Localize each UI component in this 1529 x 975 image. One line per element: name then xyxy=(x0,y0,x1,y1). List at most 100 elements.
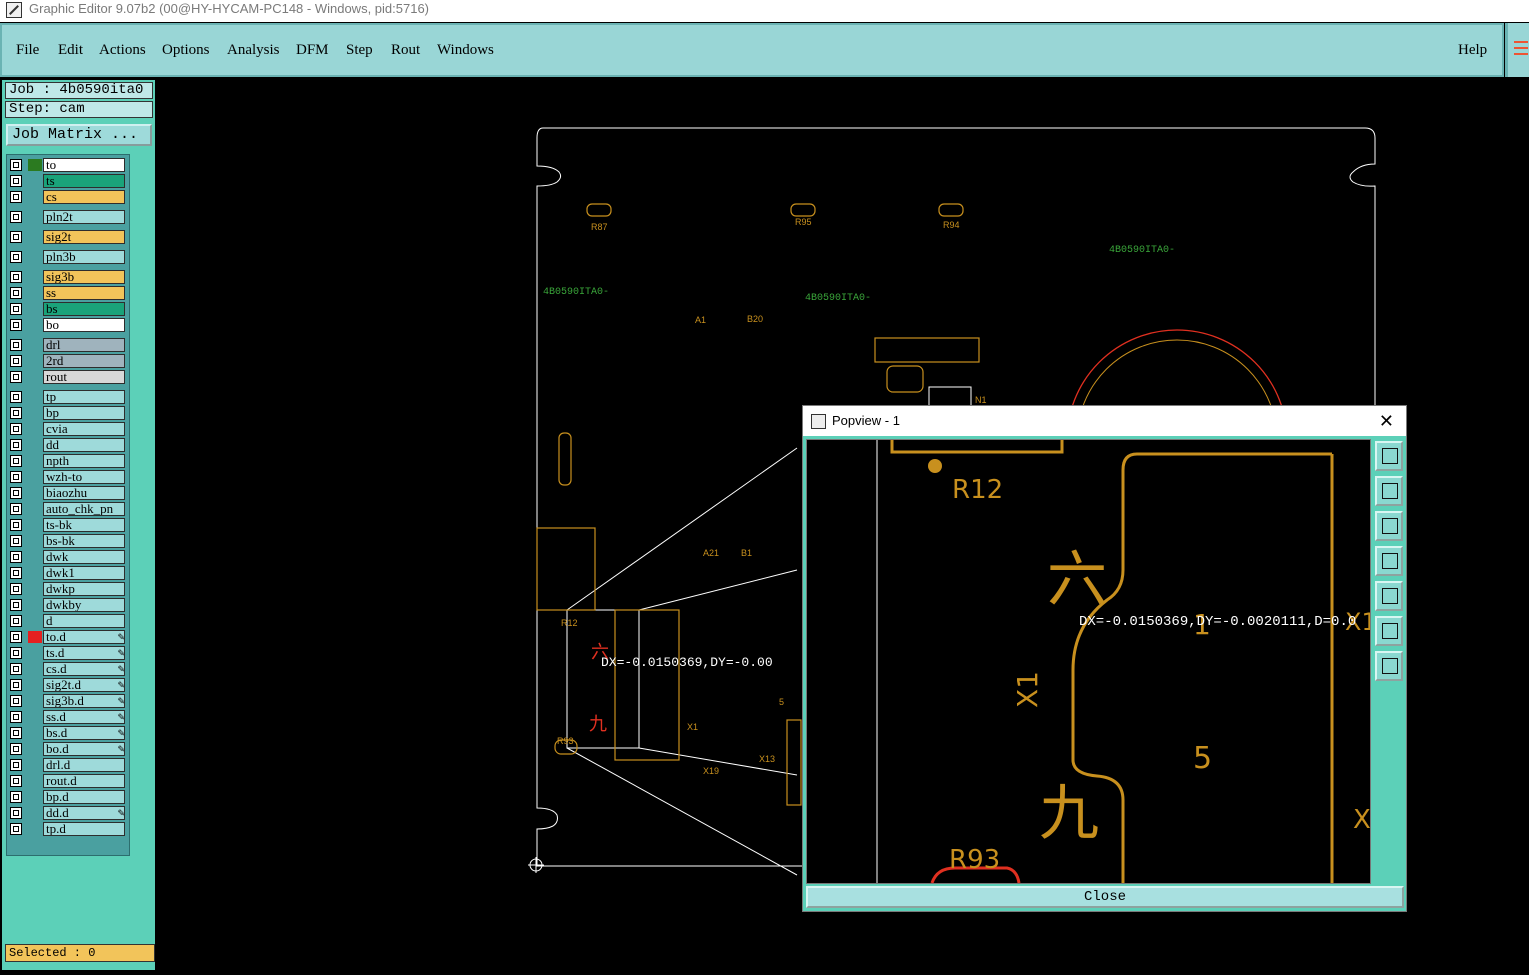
layer-label[interactable]: cs xyxy=(43,190,125,204)
layer-checkbox[interactable] xyxy=(10,355,22,367)
layer-row[interactable]: drl xyxy=(7,337,129,353)
close-icon[interactable]: ✕ xyxy=(1379,406,1394,436)
layer-checkbox[interactable] xyxy=(10,487,22,499)
layer-row[interactable]: ss.d ✎ xyxy=(7,709,129,725)
hamburger-icon[interactable] xyxy=(1514,41,1528,59)
pan-up-button[interactable] xyxy=(1375,476,1403,506)
layer-row[interactable]: bs xyxy=(7,301,129,317)
layer-label[interactable]: ts xyxy=(43,174,125,188)
layer-row[interactable]: dwk1 xyxy=(7,565,129,581)
layer-label[interactable]: bo xyxy=(43,318,125,332)
layer-row[interactable]: cvia xyxy=(7,421,129,437)
layer-label[interactable]: dwkp xyxy=(43,582,125,596)
layer-checkbox[interactable] xyxy=(10,727,22,739)
layer-row[interactable]: sig2t.d ✎ xyxy=(7,677,129,693)
layer-label[interactable]: drl.d xyxy=(43,758,125,772)
layer-row[interactable]: auto_chk_pn xyxy=(7,501,129,517)
layer-label[interactable]: rout xyxy=(43,370,125,384)
layer-checkbox[interactable] xyxy=(10,663,22,675)
layer-checkbox[interactable] xyxy=(10,503,22,515)
layer-label[interactable]: bs.d xyxy=(43,726,125,740)
layer-label[interactable]: ts.d xyxy=(43,646,125,660)
layer-checkbox[interactable] xyxy=(10,423,22,435)
layer-row[interactable]: bo.d ✎ xyxy=(7,741,129,757)
layer-label[interactable]: tp.d xyxy=(43,822,125,836)
layer-row[interactable]: bo xyxy=(7,317,129,333)
layer-label[interactable]: wzh-to xyxy=(43,470,125,484)
menu-windows[interactable]: Windows xyxy=(437,42,494,59)
layer-checkbox[interactable] xyxy=(10,567,22,579)
layer-row[interactable]: ss xyxy=(7,285,129,301)
layer-row[interactable]: sig2t xyxy=(7,229,129,245)
layer-label[interactable]: 2rd xyxy=(43,354,125,368)
layer-checkbox[interactable] xyxy=(10,583,22,595)
layer-row[interactable]: tp.d xyxy=(7,821,129,837)
layer-checkbox[interactable] xyxy=(10,455,22,467)
layer-label[interactable]: ts-bk xyxy=(43,518,125,532)
layer-checkbox[interactable] xyxy=(10,471,22,483)
layer-checkbox[interactable] xyxy=(10,711,22,723)
layer-label[interactable]: drl xyxy=(43,338,125,352)
layer-checkbox[interactable] xyxy=(10,251,22,263)
zoom-in-button[interactable] xyxy=(1375,651,1403,681)
layer-label[interactable]: ss.d xyxy=(43,710,125,724)
layer-list-scrollbar[interactable] xyxy=(131,154,153,854)
layer-label[interactable]: dd xyxy=(43,438,125,452)
layer-label[interactable]: bp.d xyxy=(43,790,125,804)
layer-checkbox[interactable] xyxy=(10,371,22,383)
layer-checkbox[interactable] xyxy=(10,551,22,563)
layer-label[interactable]: pln3b xyxy=(43,250,125,264)
layer-checkbox[interactable] xyxy=(10,599,22,611)
layer-row[interactable]: drl.d xyxy=(7,757,129,773)
layer-row[interactable]: npth xyxy=(7,453,129,469)
layer-label[interactable]: auto_chk_pn xyxy=(43,502,125,516)
layer-checkbox[interactable] xyxy=(10,519,22,531)
popview-zoom-view[interactable]: R12 R93 X1 5 1 六 九 X X1 DX=-0.0150369,DY… xyxy=(807,440,1377,884)
layer-label[interactable]: rout.d xyxy=(43,774,125,788)
layer-row[interactable]: d xyxy=(7,613,129,629)
layer-label[interactable]: cvia xyxy=(43,422,125,436)
layer-checkbox[interactable] xyxy=(10,743,22,755)
layer-row[interactable]: ts-bk xyxy=(7,517,129,533)
layer-row[interactable]: bs-bk xyxy=(7,533,129,549)
layer-checkbox[interactable] xyxy=(10,175,22,187)
pan-right-button[interactable] xyxy=(1375,581,1403,611)
layer-label[interactable]: dd.d xyxy=(43,806,125,820)
layer-row[interactable]: sig3b xyxy=(7,269,129,285)
menu-analysis[interactable]: Analysis xyxy=(227,42,280,59)
layer-label[interactable]: bs xyxy=(43,302,125,316)
layer-label[interactable]: npth xyxy=(43,454,125,468)
layer-checkbox[interactable] xyxy=(10,271,22,283)
layer-label[interactable]: dwk xyxy=(43,550,125,564)
layer-label[interactable]: tp xyxy=(43,390,125,404)
layer-checkbox[interactable] xyxy=(10,191,22,203)
layer-checkbox[interactable] xyxy=(10,679,22,691)
layer-label[interactable]: pln2t xyxy=(43,210,125,224)
layer-checkbox[interactable] xyxy=(10,439,22,451)
layer-checkbox[interactable] xyxy=(10,391,22,403)
menu-step[interactable]: Step xyxy=(346,42,373,59)
layer-label[interactable]: dwkby xyxy=(43,598,125,612)
zoom-out-button[interactable] xyxy=(1375,616,1403,646)
menu-options[interactable]: Options xyxy=(162,42,210,59)
layer-checkbox[interactable] xyxy=(10,615,22,627)
layer-label[interactable]: cs.d xyxy=(43,662,125,676)
layer-label[interactable]: bo.d xyxy=(43,742,125,756)
layer-label[interactable]: sig3b xyxy=(43,270,125,284)
pan-left-button[interactable] xyxy=(1375,546,1403,576)
layer-row[interactable]: pln3b xyxy=(7,249,129,265)
job-matrix-button[interactable]: Job Matrix ... xyxy=(6,124,152,146)
zoom-fit-button[interactable] xyxy=(1375,441,1403,471)
layer-row[interactable]: to xyxy=(7,157,129,173)
layer-row[interactable]: cs xyxy=(7,189,129,205)
layer-row[interactable]: bs.d ✎ xyxy=(7,725,129,741)
layer-row[interactable]: cs.d ✎ xyxy=(7,661,129,677)
layer-label[interactable]: dwk1 xyxy=(43,566,125,580)
layer-label[interactable]: sig2t.d xyxy=(43,678,125,692)
layer-checkbox[interactable] xyxy=(10,759,22,771)
layer-label[interactable]: biaozhu xyxy=(43,486,125,500)
layer-checkbox[interactable] xyxy=(10,407,22,419)
layer-row[interactable]: wzh-to xyxy=(7,469,129,485)
pan-down-button[interactable] xyxy=(1375,511,1403,541)
layer-row[interactable]: bp.d xyxy=(7,789,129,805)
